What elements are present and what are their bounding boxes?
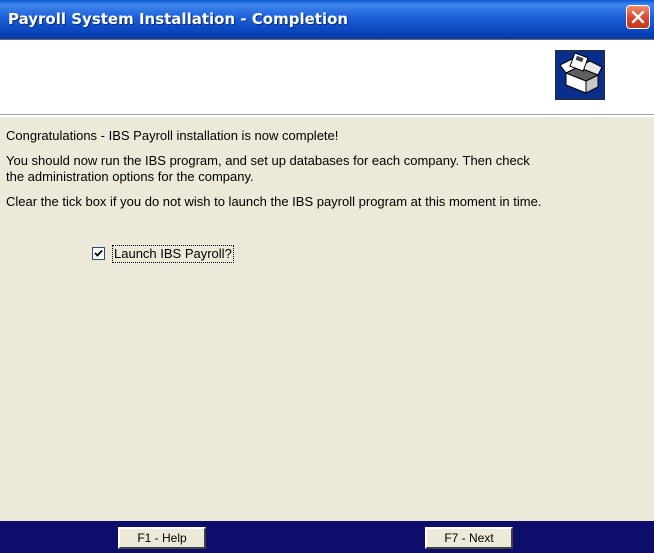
next-button[interactable]: F7 - Next xyxy=(425,527,513,549)
congratulations-text: Congratulations - IBS Payroll installati… xyxy=(6,128,339,143)
instructions-text-line1: You should now run the IBS program, and … xyxy=(6,153,530,168)
checkmark-icon xyxy=(94,249,103,257)
window-title: Payroll System Installation - Completion xyxy=(8,10,349,28)
launch-checkbox[interactable] xyxy=(92,247,105,260)
instructions-text-line2: the administration options for the compa… xyxy=(6,169,254,184)
close-icon xyxy=(631,10,645,24)
clear-tick-box-text: Clear the tick box if you do not wish to… xyxy=(6,194,542,209)
install-box-icon xyxy=(555,50,605,100)
title-bar[interactable]: Payroll System Installation - Completion xyxy=(0,0,654,40)
close-button[interactable] xyxy=(626,5,650,29)
help-button[interactable]: F1 - Help xyxy=(118,527,206,549)
launch-checkbox-label[interactable]: Launch IBS Payroll? xyxy=(112,245,234,263)
bottom-bar: F1 - Help F7 - Next xyxy=(0,521,654,553)
